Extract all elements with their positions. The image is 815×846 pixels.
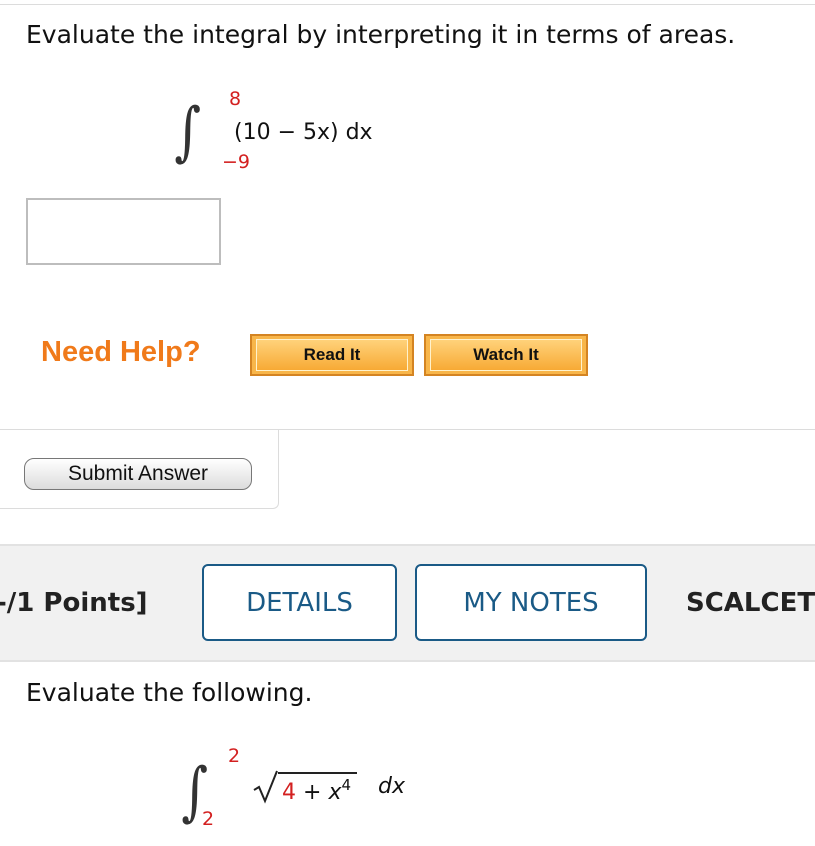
lower-limit-2: 2 (202, 808, 215, 830)
top-divider (0, 4, 815, 5)
details-button[interactable]: DETAILS (202, 564, 397, 641)
differential-text: dx (378, 774, 405, 799)
need-help-label: Need Help? (41, 336, 201, 368)
upper-limit-2: 2 (228, 745, 241, 767)
submit-divider (278, 429, 815, 430)
integral-sign: ∫ (174, 95, 202, 169)
radicand-variable: x (328, 780, 342, 805)
submit-answer-button[interactable]: Submit Answer (24, 458, 252, 490)
differential-2: dx (378, 774, 405, 799)
problem-2-prompt: Evaluate the following. (26, 678, 313, 707)
problem-1-prompt: Evaluate the integral by interpreting it… (26, 20, 736, 49)
integrand: (10 − 5x) dx (234, 120, 373, 145)
watch-it-label: Watch It (430, 339, 582, 371)
source-label: SCALCET (686, 588, 815, 618)
read-it-button[interactable]: Read It (250, 334, 414, 376)
my-notes-button[interactable]: MY NOTES (415, 564, 647, 641)
radicand-exponent: 4 (341, 776, 352, 794)
integrand-text: (10 − 5x) dx (234, 120, 373, 145)
radical-icon (253, 770, 278, 804)
radicand-constant: 4 (282, 780, 296, 805)
upper-limit: 8 (229, 88, 242, 110)
radicand: 4 + x4 (278, 772, 358, 805)
radicand-operator: + (303, 780, 322, 805)
lower-limit: −9 (222, 151, 251, 173)
points-label: -/1 Points] (0, 588, 148, 618)
answer-input[interactable] (26, 198, 221, 265)
watch-it-button[interactable]: Watch It (424, 334, 588, 376)
read-it-label: Read It (256, 339, 408, 371)
